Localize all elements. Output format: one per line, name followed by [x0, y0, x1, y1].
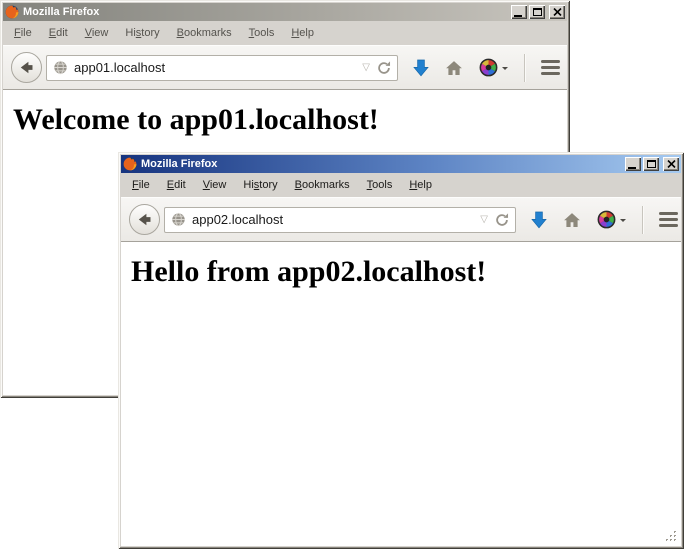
minimize-button[interactable] — [625, 157, 641, 171]
navigation-toolbar: app02.localhost ▽ — [121, 197, 681, 242]
menu-file[interactable]: File — [14, 27, 32, 39]
color-wheel-icon — [597, 210, 616, 229]
reload-button[interactable] — [376, 60, 392, 76]
hamburger-menu-icon — [541, 60, 560, 63]
maximize-button[interactable] — [529, 5, 545, 19]
menu-history[interactable]: History — [125, 27, 159, 39]
menu-tools[interactable]: Tools — [367, 179, 393, 191]
download-icon — [413, 59, 429, 77]
page-heading: Hello from app02.localhost! — [131, 255, 681, 289]
download-icon — [531, 211, 547, 229]
page-heading: Welcome to app01.localhost! — [13, 103, 567, 137]
titlebar[interactable]: Mozilla Firefox — [121, 155, 681, 173]
close-icon — [553, 8, 562, 16]
menu-edit[interactable]: Edit — [167, 179, 186, 191]
home-icon — [563, 212, 581, 228]
menubar: File Edit View History Bookmarks Tools H… — [121, 173, 681, 197]
toolbar-separator — [642, 206, 643, 234]
download-button[interactable] — [413, 59, 429, 77]
close-button[interactable] — [549, 5, 565, 19]
close-button[interactable] — [663, 157, 679, 171]
url-text[interactable]: app02.localhost — [192, 212, 474, 227]
home-button[interactable] — [563, 212, 581, 228]
chevron-down-icon — [502, 67, 508, 73]
urlbar-dropdown-icon[interactable]: ▽ — [480, 215, 488, 225]
menu-tools[interactable]: Tools — [249, 27, 275, 39]
toolbar-buttons — [413, 54, 560, 82]
back-button[interactable] — [11, 52, 42, 83]
hamburger-menu-icon — [659, 212, 678, 215]
menu-hamburger-button[interactable] — [659, 212, 678, 227]
urlbar-dropdown-icon[interactable]: ▽ — [362, 63, 370, 73]
url-bar[interactable]: app01.localhost ▽ — [46, 55, 398, 81]
globe-icon — [171, 212, 186, 227]
menu-edit[interactable]: Edit — [49, 27, 68, 39]
globe-icon — [53, 60, 68, 75]
menu-history[interactable]: History — [243, 179, 277, 191]
back-icon — [135, 210, 154, 229]
menu-view[interactable]: View — [85, 27, 109, 39]
toolbar-separator — [524, 54, 525, 82]
maximize-button[interactable] — [643, 157, 659, 171]
menubar: File Edit View History Bookmarks Tools H… — [3, 21, 567, 45]
firefox-logo-icon — [5, 5, 19, 19]
close-icon — [667, 160, 676, 168]
toolbar-buttons — [531, 206, 678, 234]
back-button[interactable] — [129, 204, 160, 235]
menu-help[interactable]: Help — [291, 27, 314, 39]
minimize-icon — [514, 15, 522, 17]
minimize-button[interactable] — [511, 5, 527, 19]
url-text[interactable]: app01.localhost — [74, 60, 356, 75]
browser-window-app02: Mozilla Firefox File Edit View History B… — [118, 152, 684, 549]
window-controls — [511, 5, 565, 19]
titlebar[interactable]: Mozilla Firefox — [3, 3, 567, 21]
page-content: Hello from app02.localhost! — [121, 242, 681, 546]
maximize-icon — [533, 8, 542, 16]
color-wheel-extension-button[interactable] — [597, 210, 626, 229]
maximize-icon — [647, 160, 656, 168]
download-button[interactable] — [531, 211, 547, 229]
navigation-toolbar: app01.localhost ▽ — [3, 45, 567, 90]
minimize-icon — [628, 167, 636, 169]
menu-view[interactable]: View — [203, 179, 227, 191]
home-icon — [445, 60, 463, 76]
color-wheel-extension-button[interactable] — [479, 58, 508, 77]
home-button[interactable] — [445, 60, 463, 76]
url-bar[interactable]: app02.localhost ▽ — [164, 207, 516, 233]
menu-file[interactable]: File — [132, 179, 150, 191]
menu-bookmarks[interactable]: Bookmarks — [177, 27, 232, 39]
window-controls — [625, 157, 679, 171]
color-wheel-icon — [479, 58, 498, 77]
menu-bookmarks[interactable]: Bookmarks — [295, 179, 350, 191]
firefox-logo-icon — [123, 157, 137, 171]
window-title: Mozilla Firefox — [141, 158, 621, 170]
resize-grip[interactable] — [665, 530, 678, 543]
menu-hamburger-button[interactable] — [541, 60, 560, 75]
reload-icon — [376, 60, 392, 76]
menu-help[interactable]: Help — [409, 179, 432, 191]
chevron-down-icon — [620, 219, 626, 225]
window-title: Mozilla Firefox — [23, 6, 507, 18]
back-icon — [17, 58, 36, 77]
reload-button[interactable] — [494, 212, 510, 228]
reload-icon — [494, 212, 510, 228]
